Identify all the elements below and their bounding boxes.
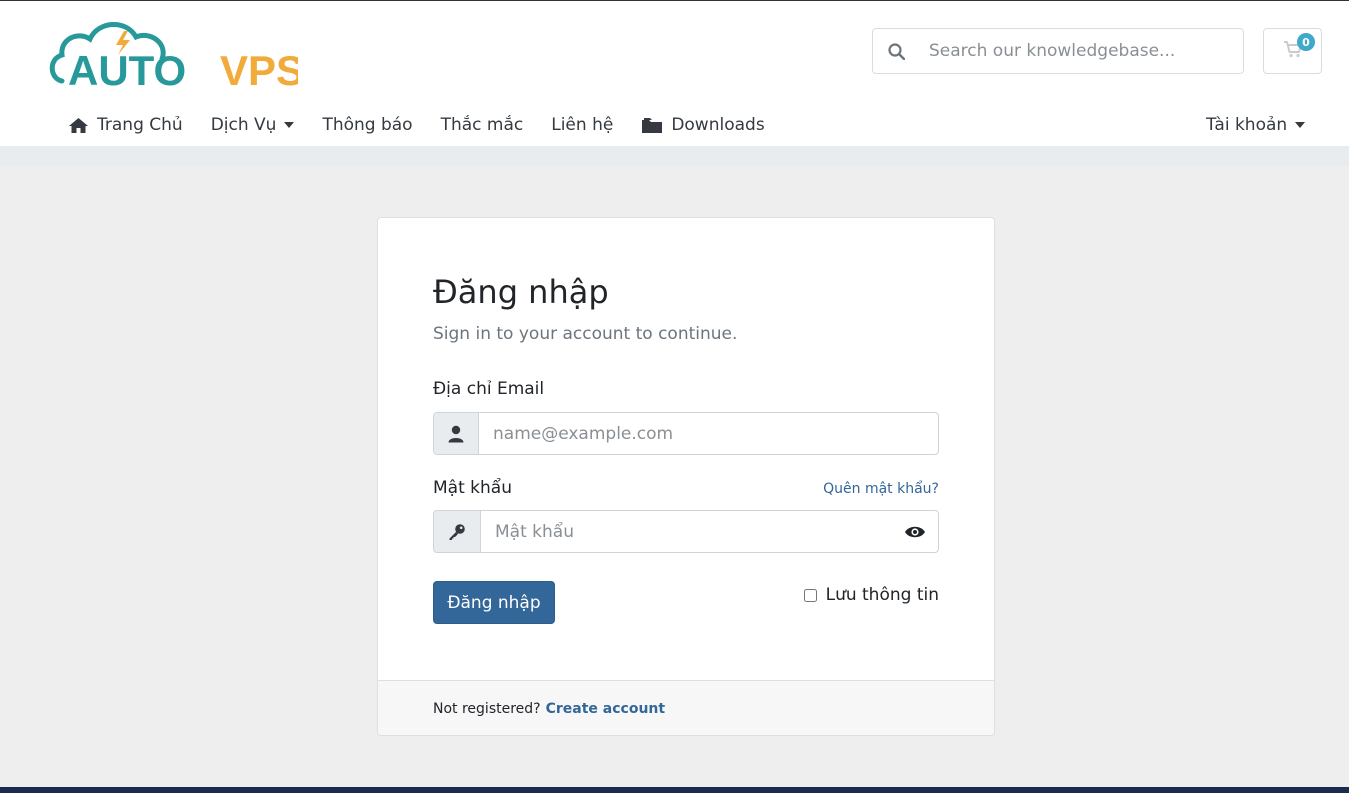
- remember-me-label: Lưu thông tin: [825, 585, 939, 605]
- account-menu[interactable]: Tài khoản: [1196, 109, 1315, 141]
- page-title: Đăng nhập: [433, 273, 609, 311]
- nav-item-label: Thắc mắc: [440, 115, 524, 135]
- nav-item-services[interactable]: Dịch Vụ: [197, 109, 309, 141]
- search-icon: [873, 29, 919, 73]
- login-button[interactable]: Đăng nhập: [433, 581, 555, 624]
- account-menu-label: Tài khoản: [1206, 115, 1288, 135]
- chevron-down-icon: [1295, 122, 1306, 128]
- cart-button[interactable]: 0: [1263, 28, 1322, 74]
- create-account-link[interactable]: Create account: [546, 701, 665, 717]
- page-footer: [0, 787, 1349, 793]
- nav-item-label: Downloads: [671, 115, 765, 135]
- autovps-logo[interactable]: AUTO VPS: [48, 15, 304, 94]
- email-input-group: [433, 412, 939, 455]
- home-icon: [69, 117, 88, 133]
- user-icon: [434, 413, 479, 454]
- password-label: Mật khẩu: [433, 478, 512, 498]
- nav-item-announcements[interactable]: Thông báo: [308, 109, 426, 141]
- cart-count-badge: 0: [1297, 33, 1315, 51]
- password-input-group: [433, 510, 939, 553]
- email-field[interactable]: [479, 413, 938, 454]
- nav-item-faq[interactable]: Thắc mắc: [427, 109, 538, 141]
- main-nav: Trang Chủ Dịch Vụ Thông báo Thắc mắc Liê…: [54, 109, 779, 141]
- nav-item-home[interactable]: Trang Chủ: [54, 109, 197, 141]
- svg-text:VPS: VPS: [220, 47, 298, 89]
- breadcrumb-bar: [0, 146, 1349, 166]
- password-field[interactable]: [481, 511, 892, 552]
- remember-me[interactable]: Lưu thông tin: [803, 585, 939, 605]
- nav-item-label: Thông báo: [322, 115, 413, 135]
- login-card-footer: Not registered? Create account: [378, 680, 994, 735]
- chevron-down-icon: [284, 122, 295, 128]
- remember-me-checkbox[interactable]: [803, 588, 817, 602]
- svg-text:AUTO: AUTO: [68, 47, 186, 89]
- key-icon: [434, 511, 481, 552]
- search-input[interactable]: [919, 31, 1243, 71]
- nav-item-label: Dịch Vụ: [210, 115, 277, 135]
- nav-item-label: Trang Chủ: [97, 115, 183, 135]
- page-subtitle: Sign in to your account to continue.: [433, 324, 738, 344]
- nav-item-downloads[interactable]: Downloads: [627, 109, 778, 141]
- nav-item-label: Liên hệ: [551, 115, 614, 135]
- forgot-password-link[interactable]: Quên mật khẩu?: [823, 481, 939, 497]
- login-card: Đăng nhập Sign in to your account to con…: [377, 217, 995, 736]
- folder-icon: [642, 117, 663, 133]
- not-registered-text: Not registered?: [433, 700, 541, 717]
- nav-item-contact[interactable]: Liên hệ: [537, 109, 627, 141]
- email-label: Địa chỉ Email: [433, 379, 545, 399]
- site-header: AUTO VPS 0 Trang Chủ: [0, 1, 1349, 146]
- show-password-eye-icon[interactable]: [892, 511, 938, 552]
- knowledgebase-search: [872, 28, 1244, 74]
